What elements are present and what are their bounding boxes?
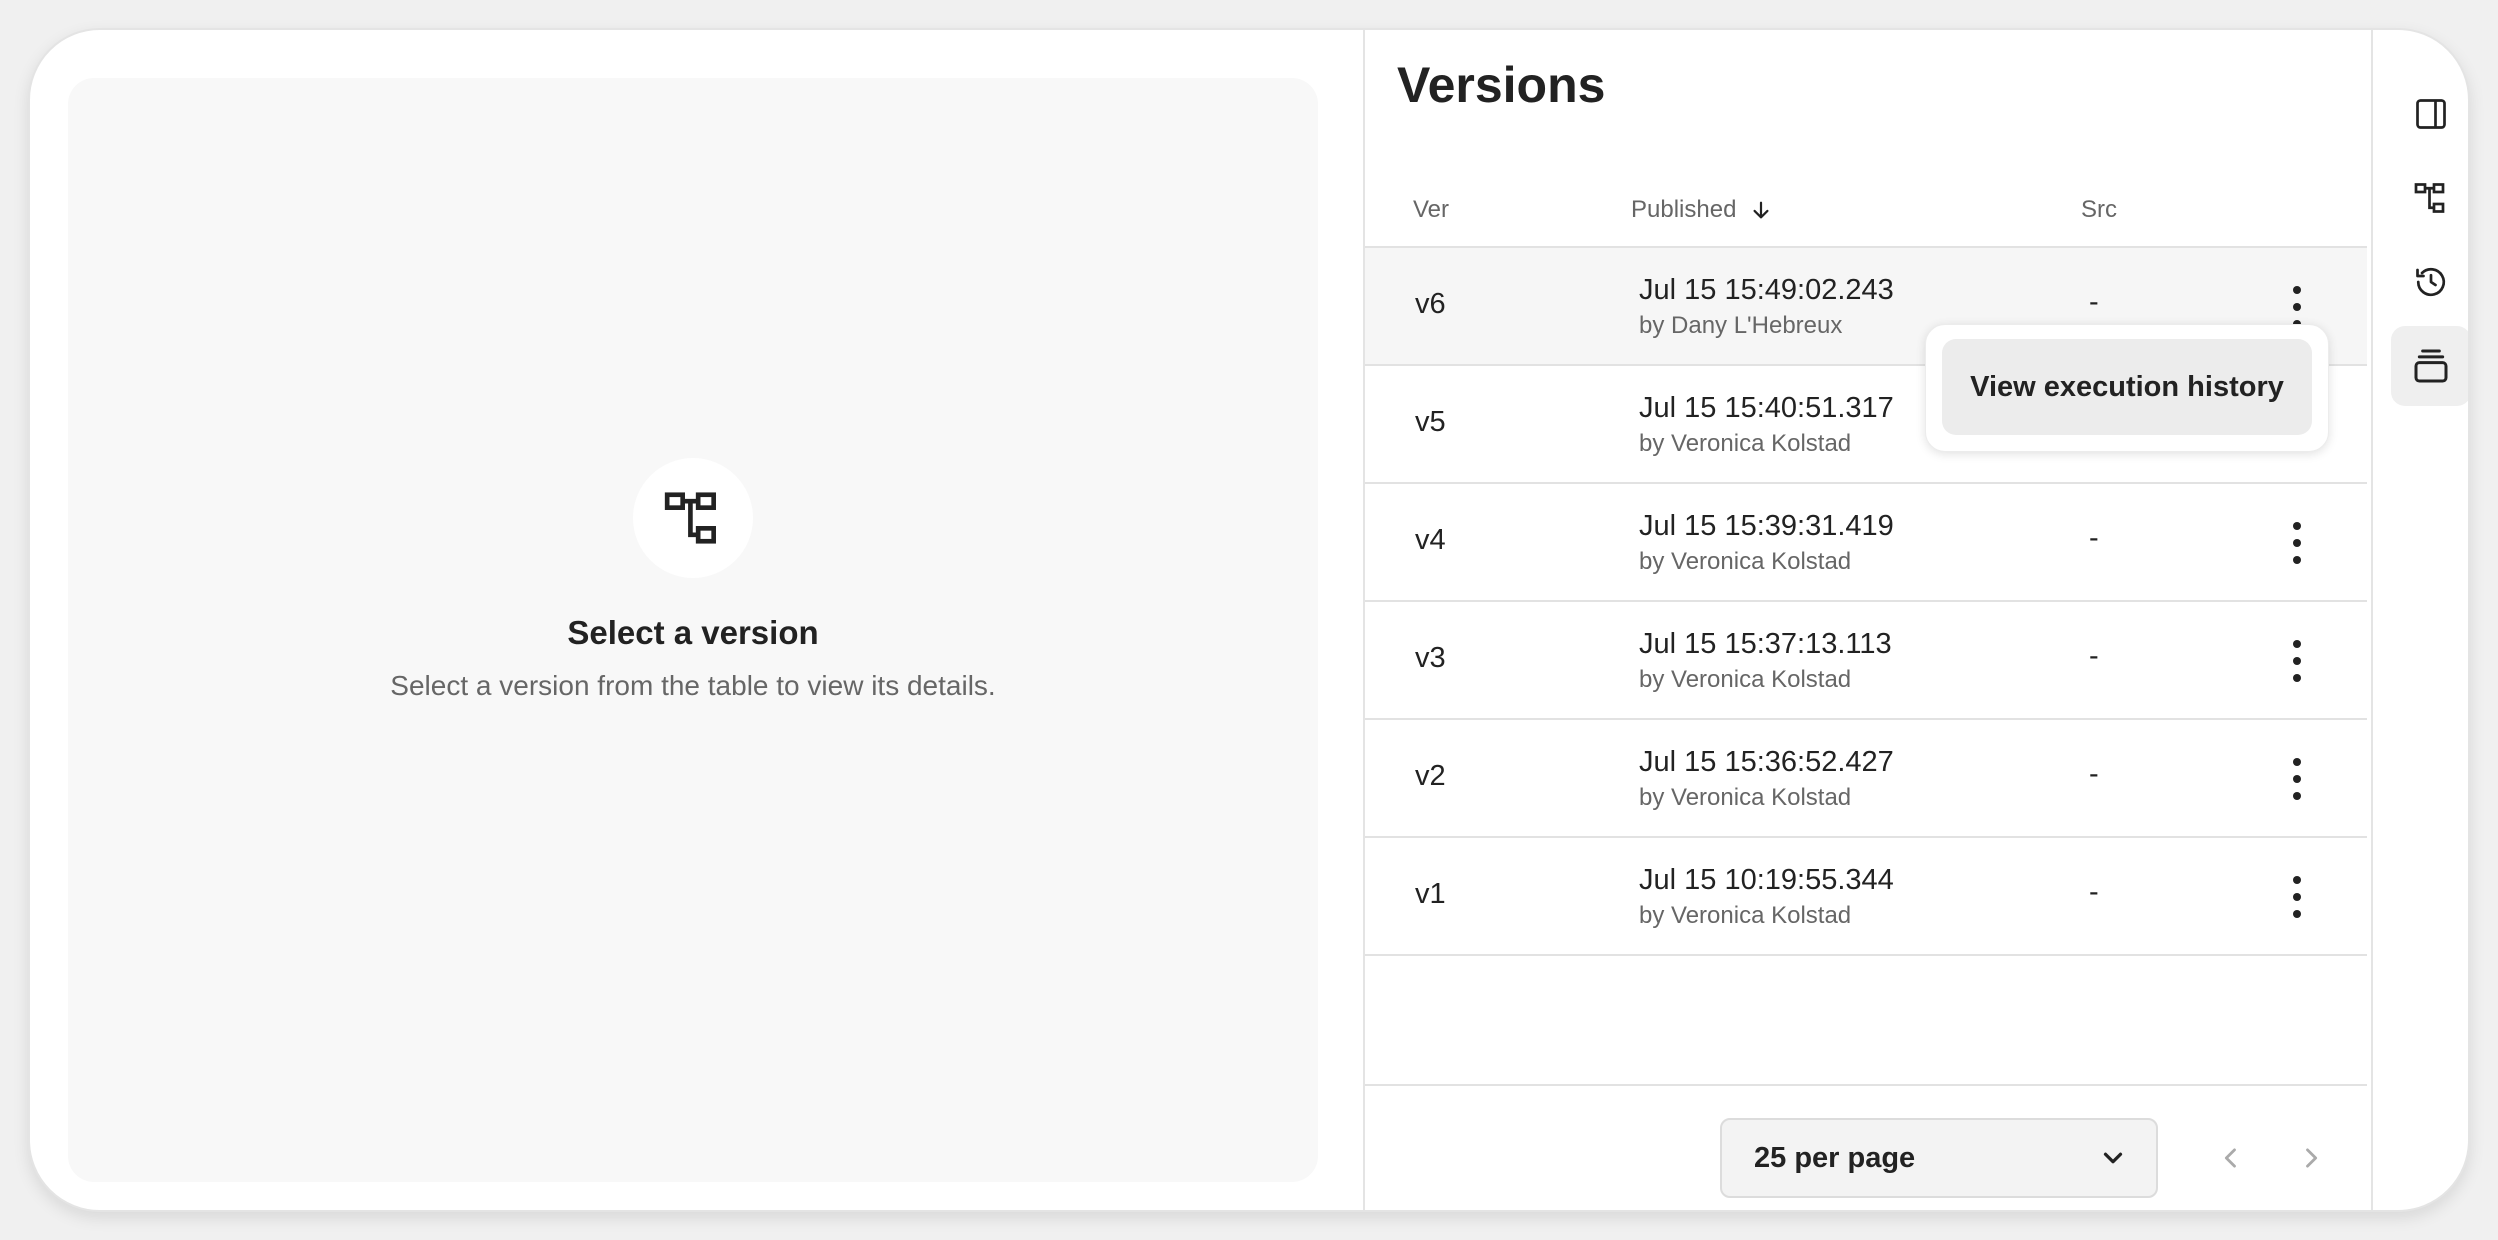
published-date: Jul 15 15:36:52.427 (1639, 746, 1894, 778)
more-actions-button[interactable] (2280, 758, 2314, 800)
kebab-dot (2293, 556, 2301, 564)
table-row[interactable]: v1 Jul 15 10:19:55.344 by Veronica Kolstad… (1365, 838, 2367, 956)
table-row[interactable]: v2 Jul 15 15:36:52.427 by Veronica Kolstad… (1365, 720, 2367, 838)
version-cell: v6 (1415, 288, 1446, 320)
kebab-dot (2293, 893, 2301, 901)
versions-panel: Versions Ver Published Src v6 Jul 15 15:4… (1363, 30, 2373, 1210)
published-by: by Veronica Kolstad (1639, 548, 1852, 575)
kebab-dot (2293, 303, 2301, 311)
app-window: Select a version Select a version from t… (28, 28, 2470, 1212)
toggle-side-panel-button[interactable] (2391, 74, 2468, 154)
version-details-panel: Select a version Select a version from t… (68, 78, 1318, 1182)
src-cell: - (2089, 286, 2099, 318)
chevron-right-icon (2306, 1148, 2318, 1168)
version-cell: v5 (1415, 406, 1446, 438)
row-actions-menu: View execution history (1925, 324, 2329, 452)
version-cell: v3 (1415, 642, 1446, 674)
chevron-down-icon (2103, 1152, 2123, 1164)
per-page-select[interactable]: 25 per page (1720, 1118, 2158, 1198)
kebab-dot (2293, 657, 2301, 665)
src-cell: - (2089, 640, 2099, 672)
published-by: by Veronica Kolstad (1639, 666, 1852, 693)
src-cell: - (2089, 876, 2099, 908)
published-by: by Dany L'Hebreux (1639, 312, 1843, 339)
published-date: Jul 15 15:49:02.243 (1639, 274, 1894, 306)
published-date: Jul 15 15:39:31.419 (1639, 510, 1894, 542)
per-page-value: 25 per page (1754, 1141, 1916, 1174)
more-actions-button[interactable] (2280, 286, 2314, 328)
version-cell: v2 (1415, 760, 1446, 792)
column-header-published-label: Published (1631, 196, 1737, 223)
published-by: by Veronica Kolstad (1639, 902, 1852, 929)
workflow-tree-icon (2414, 183, 2445, 213)
src-cell: - (2089, 522, 2099, 554)
empty-state-title: Select a version (567, 614, 819, 651)
workflow-button[interactable] (2391, 158, 2468, 238)
view-execution-history-menu-item[interactable]: View execution history (1942, 339, 2312, 435)
arrow-down-icon (1753, 201, 1769, 219)
chevron-left-icon (2224, 1148, 2236, 1168)
table-header: Ver Published Src (1365, 162, 2367, 248)
published-date: Jul 15 10:19:55.344 (1639, 864, 1894, 896)
published-by: by Veronica Kolstad (1639, 430, 1852, 457)
history-icon (2416, 267, 2446, 297)
panel-title: Versions (1397, 57, 1606, 113)
published-date: Jul 15 15:40:51.317 (1639, 392, 1894, 424)
kebab-dot (2293, 286, 2301, 294)
kebab-dot (2293, 910, 2301, 918)
kebab-dot (2293, 640, 2301, 648)
kebab-dot (2293, 758, 2301, 766)
table-footer: 25 per page (1365, 1084, 2367, 1210)
empty-state-subtitle: Select a version from the table to view … (390, 670, 996, 701)
kebab-dot (2293, 522, 2301, 530)
versions-stack-icon (2414, 349, 2448, 383)
column-header-src[interactable]: Src (2081, 196, 2117, 224)
kebab-dot (2293, 674, 2301, 682)
published-by: by Veronica Kolstad (1639, 784, 1852, 811)
column-header-published[interactable]: Published (1631, 196, 1772, 224)
version-cell: v1 (1415, 878, 1446, 910)
published-date: Jul 15 15:37:13.113 (1639, 628, 1892, 660)
version-cell: v4 (1415, 524, 1446, 556)
kebab-dot (2293, 792, 2301, 800)
workflow-tree-icon (664, 492, 716, 544)
more-actions-button[interactable] (2280, 522, 2314, 564)
previous-page-button[interactable] (2211, 1136, 2251, 1180)
history-button[interactable] (2391, 242, 2468, 322)
kebab-dot (2293, 539, 2301, 547)
more-actions-button[interactable] (2280, 876, 2314, 918)
empty-state-icon-circle (633, 458, 753, 578)
more-actions-button[interactable] (2280, 640, 2314, 682)
table-row[interactable]: v4 Jul 15 15:39:31.419 by Veronica Kolstad… (1365, 484, 2367, 602)
table-row[interactable]: v3 Jul 15 15:37:13.113 by Veronica Kolstad… (1365, 602, 2367, 720)
kebab-dot (2293, 876, 2301, 884)
src-cell: - (2089, 758, 2099, 790)
right-icon-rail (2375, 30, 2468, 1210)
column-header-ver[interactable]: Ver (1413, 196, 1449, 224)
versions-button[interactable] (2391, 326, 2468, 406)
kebab-dot (2293, 775, 2301, 783)
side-panel-icon (2416, 99, 2446, 129)
next-page-button[interactable] (2291, 1136, 2331, 1180)
